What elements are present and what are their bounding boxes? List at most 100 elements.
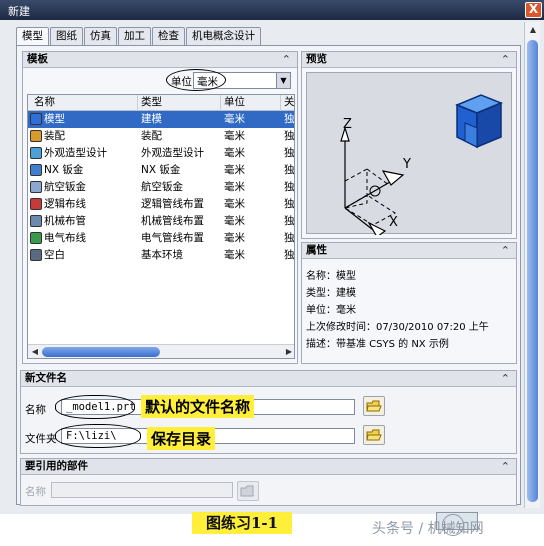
collapse-up-icon[interactable]: ⌃ — [501, 243, 510, 258]
property-unit: 单位：毫米 — [306, 305, 356, 316]
scroll-right-icon[interactable]: ▶ — [283, 346, 294, 358]
folder-annotation-ellipse — [55, 424, 141, 448]
collapse-up-icon[interactable]: ⌃ — [282, 52, 291, 67]
browse-name-button[interactable] — [363, 396, 385, 416]
properties-title: 属性 — [306, 244, 327, 256]
vertical-scroll-thumb[interactable] — [527, 40, 538, 502]
axis-z-label: Z — [343, 117, 352, 132]
property-name: 名称：模型 — [306, 271, 356, 282]
property-type: 类型：建模 — [306, 288, 356, 299]
folder-icon — [366, 429, 382, 441]
collapse-up-icon[interactable]: ⌃ — [501, 459, 510, 474]
name-annotation: 默认的文件名称 — [141, 395, 255, 418]
horizontal-scrollbar[interactable]: ◀ ▶ — [28, 344, 294, 358]
row-type: 逻辑管线布置 — [141, 198, 204, 210]
vertical-scrollbar[interactable]: ▲ — [524, 22, 540, 508]
row-unit: 毫米 — [224, 113, 245, 125]
row-relation: 独 — [284, 130, 295, 142]
tab-drawing[interactable]: 图纸 — [50, 27, 83, 46]
property-description: 描述：带基准 CSYS 的 NX 示例 — [306, 339, 449, 350]
tab-strip: 模型 图纸 仿真 加工 检查 机电概念设计 — [16, 27, 262, 47]
scroll-up-icon[interactable]: ▲ — [527, 24, 539, 36]
aero-sheet-metal-icon — [30, 181, 42, 193]
title-bar[interactable]: 新建 X — [0, 0, 544, 20]
tab-mechatronics[interactable]: 机电概念设计 — [186, 27, 261, 46]
axis-x-label: X — [389, 215, 398, 230]
tab-model[interactable]: 模型 — [16, 27, 49, 47]
model-cube-icon — [455, 94, 503, 149]
logical-routing-icon — [30, 198, 42, 210]
table-row[interactable]: NX 钣金 NX 钣金 毫米 独 — [28, 162, 295, 179]
ref-name-label: 名称 — [25, 486, 46, 498]
table-row[interactable]: 航空钣金 航空钣金 毫米 独 — [28, 179, 295, 196]
name-label: 名称 — [25, 404, 46, 416]
row-unit: 毫米 — [224, 130, 245, 142]
properties-panel: 属性 ⌃ 名称：模型 类型：建模 单位：毫米 上次修改时间：07/30/2010… — [301, 242, 517, 364]
preview-viewport: Z Y X — [306, 72, 512, 238]
table-row[interactable]: 模型 建模 毫米 独 — [28, 111, 295, 128]
tab-inspection[interactable]: 检查 — [152, 27, 185, 46]
collapse-up-icon[interactable]: ⌃ — [501, 371, 510, 386]
template-table: 名称 类型 单位 关 模型 建模 毫米独装配 装配 毫米独外观造型设计 外观造型设计 毫米独… — [27, 94, 295, 359]
table-row[interactable]: 逻辑布线 逻辑管线布置 毫米 独 — [28, 196, 295, 213]
preview-panel: 预览 ⌃ Z Y X — [301, 51, 517, 239]
table-row[interactable]: 外观造型设计 外观造型设计 毫米 独 — [28, 145, 294, 162]
new-file-title: 新文件名 — [25, 372, 67, 384]
row-relation: 独 — [284, 198, 295, 210]
tab-manufacturing[interactable]: 加工 — [118, 27, 151, 46]
watermark-text: 头条号 / 机械知网 — [372, 521, 484, 537]
referenced-parts-title: 要引用的部件 — [25, 460, 88, 472]
referenced-parts-panel: 要引用的部件 ⌃ 名称 — [20, 458, 517, 506]
column-unit[interactable]: 单位 — [221, 95, 281, 111]
folder-icon — [240, 485, 254, 497]
browse-folder-button[interactable] — [363, 425, 385, 445]
row-name: 空白 — [44, 249, 65, 261]
column-relation[interactable]: 关 — [281, 95, 294, 111]
ref-browse-button[interactable] — [237, 481, 259, 501]
sheet-metal-icon — [30, 164, 42, 176]
folder-label: 文件夹 — [25, 433, 57, 445]
shape-studio-icon — [30, 147, 42, 159]
row-relation: 独 — [284, 232, 295, 244]
row-name: 电气布线 — [44, 232, 86, 244]
row-type: 机械管线布置 — [141, 215, 204, 227]
collapse-up-icon[interactable]: ⌃ — [501, 52, 510, 67]
table-row[interactable]: 装配 装配 毫米 独 — [28, 128, 295, 145]
column-name[interactable]: 名称 — [28, 95, 138, 111]
table-row[interactable]: 空白 基本环境 毫米 独 — [28, 247, 294, 264]
row-unit: 毫米 — [224, 181, 245, 193]
new-file-header[interactable]: 新文件名 ⌃ — [21, 371, 516, 387]
row-unit: 毫米 — [224, 147, 245, 159]
referenced-parts-header[interactable]: 要引用的部件 ⌃ — [21, 459, 516, 475]
column-type[interactable]: 类型 — [138, 95, 221, 111]
model-icon — [30, 113, 42, 125]
row-relation: 独 — [284, 181, 295, 193]
table-header: 名称 类型 单位 关 — [28, 95, 294, 111]
properties-header[interactable]: 属性 ⌃ — [302, 243, 516, 259]
close-button[interactable]: X — [525, 2, 542, 18]
row-type: NX 钣金 — [141, 164, 181, 176]
csys-preview-graphic — [340, 94, 503, 238]
folder-annotation: 保存目录 — [147, 427, 216, 450]
dropdown-arrow-icon[interactable]: ▼ — [276, 73, 290, 88]
blank-icon — [30, 249, 42, 261]
row-relation: 独 — [284, 113, 295, 125]
axis-y-label: Y — [403, 157, 411, 172]
horizontal-scroll-thumb[interactable] — [42, 347, 160, 357]
ref-name-input[interactable] — [51, 482, 233, 498]
row-name: 模型 — [44, 113, 65, 125]
row-unit: 毫米 — [224, 215, 245, 227]
table-row[interactable]: 机械布管 机械管线布置 毫米 独 — [28, 213, 294, 230]
row-unit: 毫米 — [224, 232, 245, 244]
preview-header[interactable]: 预览 ⌃ — [302, 52, 516, 68]
folder-icon — [366, 400, 382, 412]
row-relation: 独 — [284, 164, 295, 176]
template-header[interactable]: 模板 ⌃ — [23, 52, 297, 68]
row-type: 基本环境 — [141, 249, 183, 261]
tab-simulation[interactable]: 仿真 — [84, 27, 117, 46]
scroll-left-icon[interactable]: ◀ — [29, 346, 41, 358]
table-row[interactable]: 电气布线 电气管线布置 毫米 独 — [28, 230, 295, 247]
template-title: 模板 — [27, 53, 48, 65]
row-name: 航空钣金 — [44, 181, 86, 193]
row-type: 建模 — [141, 113, 162, 125]
